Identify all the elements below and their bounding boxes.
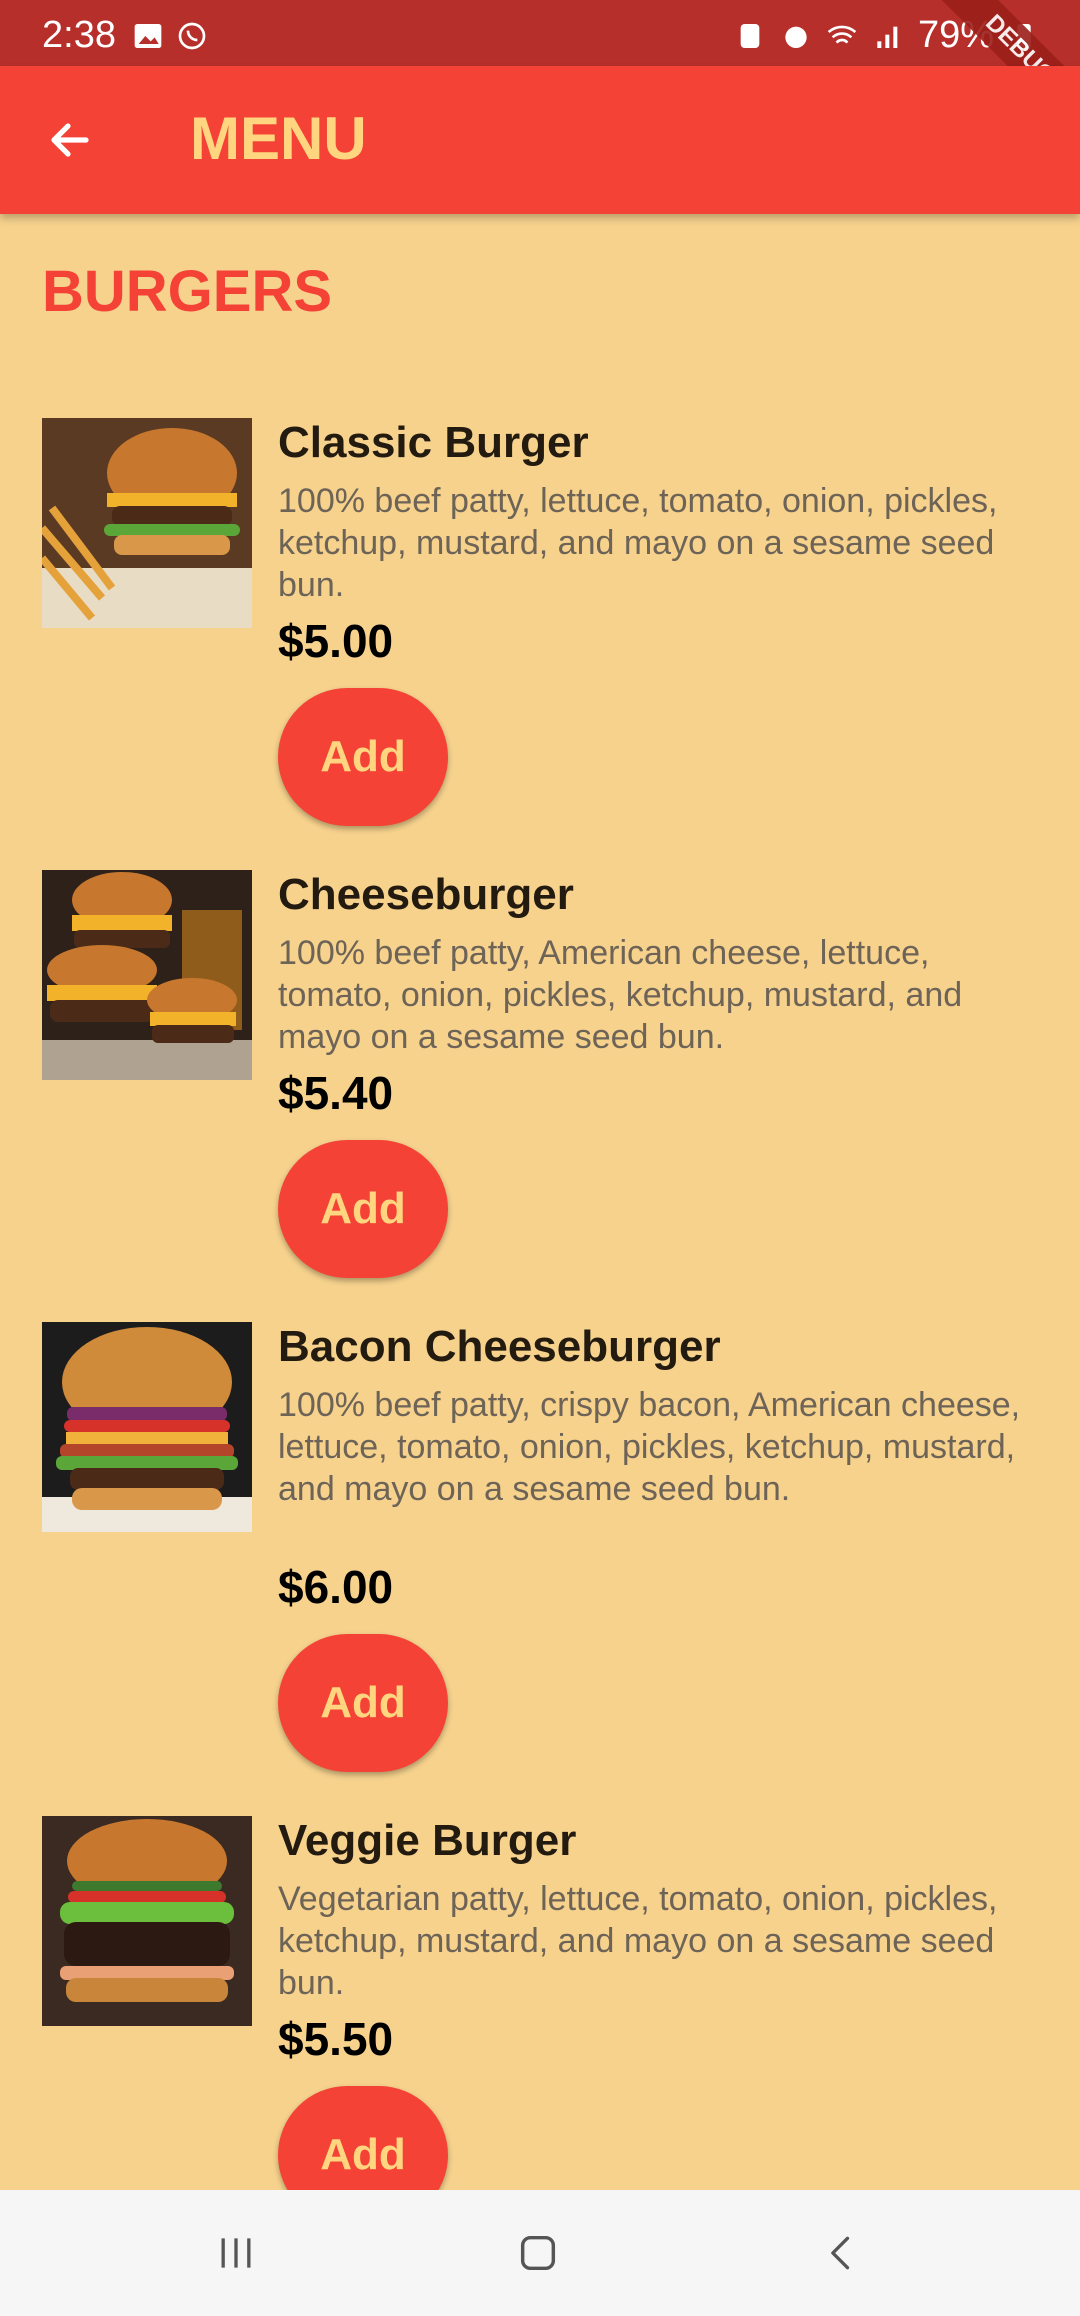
item-name: Veggie Burger xyxy=(278,1816,577,1865)
alarm-icon xyxy=(785,26,807,48)
item-description: 100% beef patty, American cheese, lettuc… xyxy=(278,934,963,1056)
item-price: $5.00 xyxy=(278,615,394,667)
item-description: 100% beef patty, lettuce, tomato, onion,… xyxy=(278,482,998,604)
app-bar: MENU xyxy=(0,66,1080,214)
signal-icon xyxy=(877,26,898,48)
item-price: $5.40 xyxy=(278,1067,394,1119)
item-description: Vegetarian patty, lettuce, tomato, onion… xyxy=(278,1880,998,2002)
burger-image xyxy=(42,418,252,628)
system-nav-bar xyxy=(0,2190,1080,2316)
burger-image xyxy=(42,1322,252,1532)
status-time: 2:38 xyxy=(42,14,116,56)
nav-recents-button[interactable] xyxy=(196,2220,276,2286)
back-button[interactable] xyxy=(36,106,104,174)
item-name: Classic Burger xyxy=(278,418,589,467)
item-price: $5.50 xyxy=(278,2013,394,2065)
burger-image xyxy=(42,870,252,1080)
add-button[interactable]: Add xyxy=(278,1634,448,1772)
status-bar: 2:38 79% DEBUG xyxy=(0,0,1080,157)
lock-icon xyxy=(740,23,760,48)
burger-image xyxy=(42,1816,252,2026)
nav-home-button[interactable] xyxy=(498,2220,578,2286)
nav-back-button[interactable] xyxy=(802,2220,882,2286)
add-button[interactable]: Add xyxy=(278,688,448,826)
item-price: $6.00 xyxy=(278,1561,394,1613)
whatsapp-icon xyxy=(178,22,206,50)
recents-icon xyxy=(221,2238,251,2268)
item-name: Cheeseburger xyxy=(278,870,574,919)
item-name: Bacon Cheeseburger xyxy=(278,1322,721,1371)
add-button[interactable]: Add xyxy=(278,1140,448,1278)
wifi-icon xyxy=(827,25,857,44)
gallery-icon xyxy=(134,24,162,48)
nav-back-icon xyxy=(831,2236,850,2270)
home-icon xyxy=(520,2235,556,2271)
section-title: BURGERS xyxy=(42,259,333,324)
item-description: 100% beef patty, crispy bacon, American … xyxy=(278,1386,1021,1508)
arrow-left-icon xyxy=(51,123,89,157)
page-title: MENU xyxy=(190,105,367,172)
